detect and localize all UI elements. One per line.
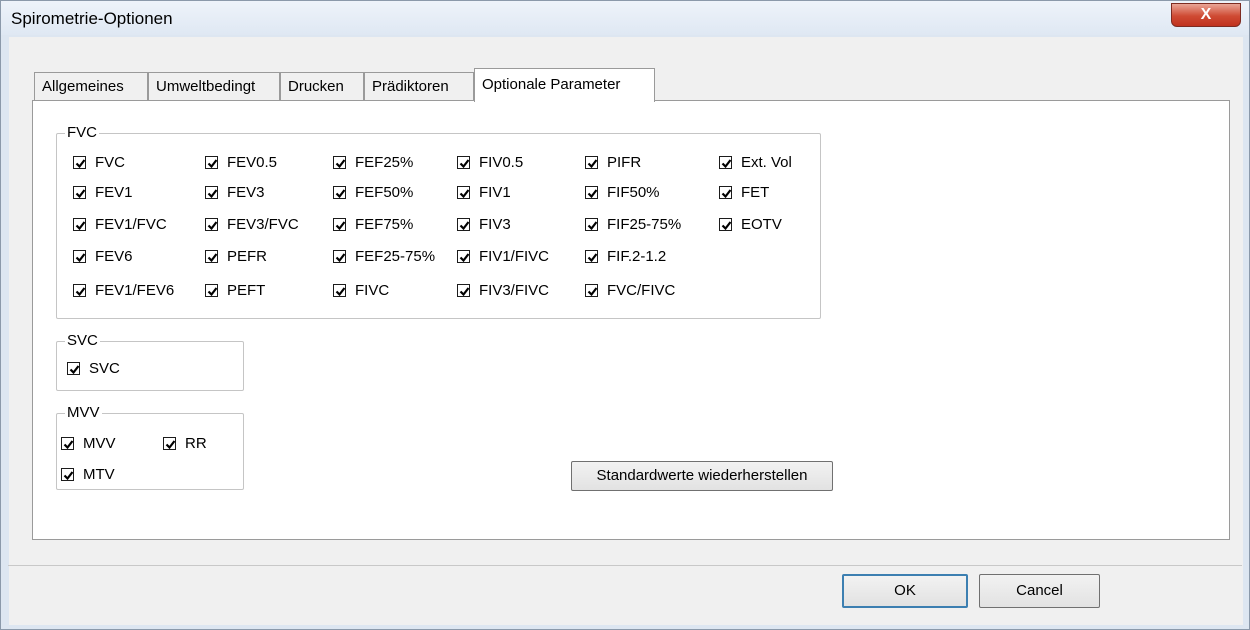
tab-label: Drucken xyxy=(288,78,344,95)
checkbox-box[interactable] xyxy=(73,250,86,263)
checkbox-label: FEV6 xyxy=(95,248,133,265)
checkbox-label: FIVC xyxy=(355,282,390,299)
checkbox-box[interactable] xyxy=(457,218,470,231)
restore-defaults-button[interactable]: Standardwerte wiederherstellen xyxy=(571,461,833,491)
checkbox-label: FIV1 xyxy=(479,184,511,201)
svc-group-title: SVC xyxy=(65,331,100,351)
mvv-group-title: MVV xyxy=(65,403,102,423)
checkbox-box[interactable] xyxy=(205,250,218,263)
checkbox-label: FEV1/FVC xyxy=(95,216,167,233)
checkbox-label: FET xyxy=(741,184,770,201)
checkbox-label: SVC xyxy=(89,360,120,377)
tab-label: Umweltbedingt xyxy=(156,78,256,95)
checkbox-box[interactable] xyxy=(73,218,86,231)
checkbox-box[interactable] xyxy=(205,186,218,199)
tab-label: Allgemeines xyxy=(42,78,124,95)
tab-panel-optionale-parameter: FVC SVC MVV FVC FEV1 FEV1/FVC FEV6 FEV1/FEV6… xyxy=(32,100,1230,540)
checkbox-box[interactable] xyxy=(457,156,470,169)
checkbox-label: FEF25% xyxy=(355,154,414,171)
checkbox-box[interactable] xyxy=(585,284,598,297)
checkbox-box[interactable] xyxy=(61,437,74,450)
tab-label: Prädiktoren xyxy=(372,78,449,95)
checkbox-label: FVC/FIVC xyxy=(607,282,676,299)
checkbox-box[interactable] xyxy=(73,156,86,169)
checkbox-box[interactable] xyxy=(73,186,86,199)
checkbox-box[interactable] xyxy=(205,284,218,297)
checkbox-box[interactable] xyxy=(457,186,470,199)
checkbox-label: FEF75% xyxy=(355,216,414,233)
checkbox-label: FIV3/FIVC xyxy=(479,282,550,299)
checkbox-label: FIF.2-1.2 xyxy=(607,248,667,265)
checkbox-label: FEV0.5 xyxy=(227,154,278,171)
checkbox-box[interactable] xyxy=(205,218,218,231)
checkbox-box[interactable] xyxy=(585,186,598,199)
checkbox-box[interactable] xyxy=(457,250,470,263)
tab-praediktoren[interactable]: Prädiktoren xyxy=(364,72,474,100)
checkbox-label: FEV3 xyxy=(227,184,265,201)
cancel-button-label: Cancel xyxy=(1016,582,1063,599)
checkbox-box[interactable] xyxy=(163,437,176,450)
window-title: Spirometrie-Optionen xyxy=(11,9,173,28)
checkbox-box[interactable] xyxy=(333,156,346,169)
checkbox-box[interactable] xyxy=(333,284,346,297)
title-bar[interactable]: Spirometrie-Optionen X xyxy=(1,1,1249,35)
checkbox-box[interactable] xyxy=(73,284,86,297)
checkbox-label: MTV xyxy=(83,466,115,483)
checkbox-label: Ext. Vol xyxy=(741,154,792,171)
checkbox-label: MVV xyxy=(83,435,116,452)
checkbox-label: FEV1/FEV6 xyxy=(95,282,175,299)
tab-optionale-parameter[interactable]: Optionale Parameter xyxy=(474,68,655,102)
close-icon: X xyxy=(1200,6,1212,23)
tab-umweltbedingt[interactable]: Umweltbedingt xyxy=(148,72,280,100)
checkbox-box[interactable] xyxy=(585,218,598,231)
svc-group: SVC xyxy=(56,331,244,391)
checkbox-box[interactable] xyxy=(585,250,598,263)
checkbox-label: FEF25-75% xyxy=(355,248,436,265)
fvc-group-title: FVC xyxy=(65,123,99,143)
checkbox-box[interactable] xyxy=(67,362,80,375)
checkbox-label: PEFR xyxy=(227,248,268,265)
close-button[interactable]: X xyxy=(1171,3,1241,27)
tab-allgemeines[interactable]: Allgemeines xyxy=(34,72,148,100)
ok-button[interactable]: OK xyxy=(842,574,968,608)
restore-defaults-label: Standardwerte wiederherstellen xyxy=(596,467,808,484)
checkbox-box[interactable] xyxy=(585,156,598,169)
checkbox-box[interactable] xyxy=(333,186,346,199)
footer-separator xyxy=(8,565,1242,566)
checkbox-label: FIV1/FIVC xyxy=(479,248,550,265)
checkbox-label: FEV1 xyxy=(95,184,133,201)
checkbox-box[interactable] xyxy=(719,218,732,231)
ok-button-label: OK xyxy=(894,582,916,599)
checkbox-box[interactable] xyxy=(719,186,732,199)
cancel-button[interactable]: Cancel xyxy=(979,574,1100,608)
checkbox-label: PIFR xyxy=(607,154,642,171)
checkbox-box[interactable] xyxy=(719,156,732,169)
checkbox-label: PEFT xyxy=(227,282,266,299)
checkbox-box[interactable] xyxy=(457,284,470,297)
checkbox-box[interactable] xyxy=(61,468,74,481)
tab-label: Optionale Parameter xyxy=(482,76,621,93)
checkbox-box[interactable] xyxy=(333,250,346,263)
checkbox-label: RR xyxy=(185,435,207,452)
checkbox-label: FVC xyxy=(95,154,125,171)
tab-drucken[interactable]: Drucken xyxy=(280,72,364,100)
checkbox-box[interactable] xyxy=(205,156,218,169)
checkbox-label: FIF25-75% xyxy=(607,216,682,233)
checkbox-box[interactable] xyxy=(333,218,346,231)
checkbox-label: FIV0.5 xyxy=(479,154,524,171)
checkbox-label: EOTV xyxy=(741,216,782,233)
checkbox-label: FEF50% xyxy=(355,184,414,201)
checkbox-label: FIF50% xyxy=(607,184,660,201)
checkbox-label: FEV3/FVC xyxy=(227,216,299,233)
checkbox-label: FIV3 xyxy=(479,216,511,233)
